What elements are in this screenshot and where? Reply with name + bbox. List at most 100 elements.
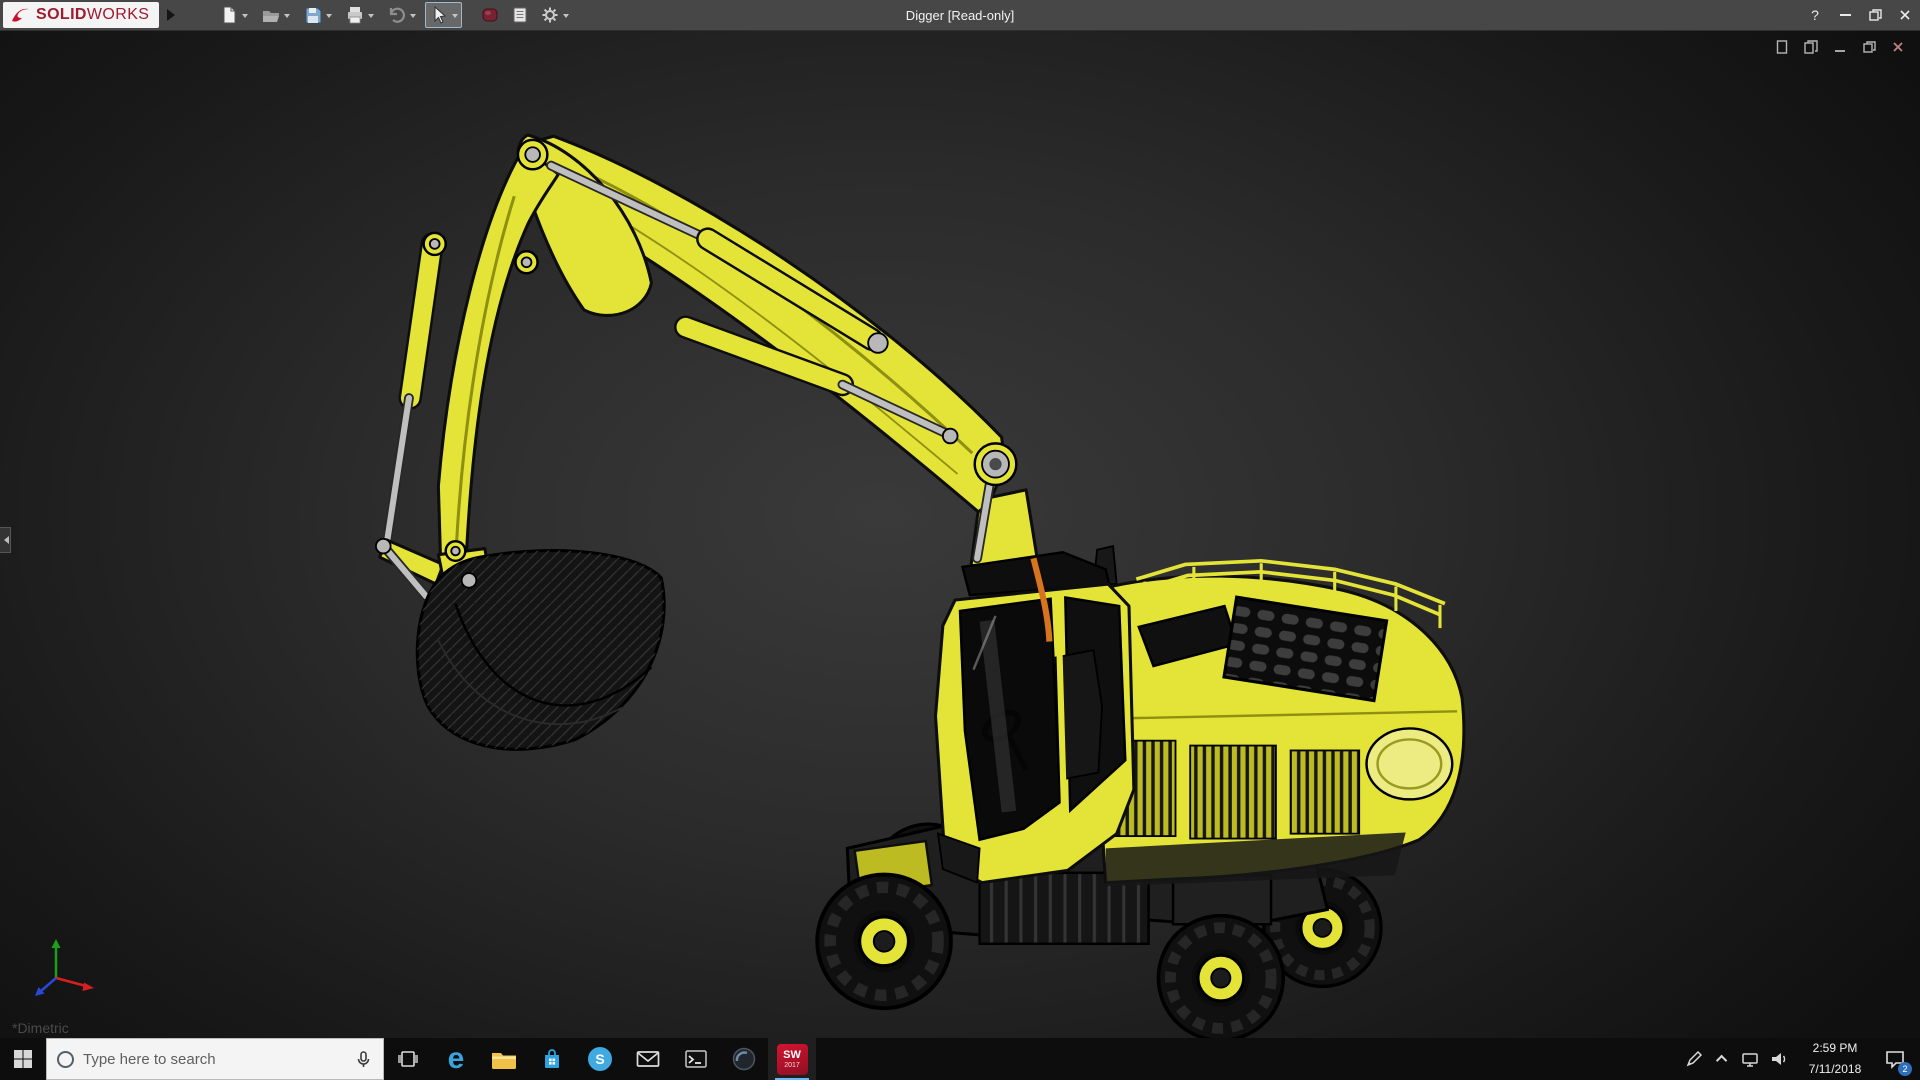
new-window-icon[interactable] bbox=[1774, 39, 1790, 55]
tray-overflow-button[interactable] bbox=[1710, 1038, 1736, 1080]
restore-icon bbox=[1869, 9, 1882, 21]
close-icon bbox=[1900, 10, 1910, 20]
clock-time: 2:59 PM bbox=[1812, 1040, 1858, 1055]
undo-icon bbox=[390, 7, 406, 23]
save-floppy-icon bbox=[305, 7, 322, 24]
action-center-button[interactable]: 2 bbox=[1876, 1038, 1914, 1080]
solidworks-app-button[interactable]: SW 2017 bbox=[768, 1038, 816, 1080]
gear-icon bbox=[542, 7, 558, 23]
minimize-doc-icon[interactable] bbox=[1832, 39, 1848, 55]
solidworks-logo: SOLIDWORKS bbox=[3, 2, 160, 28]
document-properties-button[interactable] bbox=[506, 2, 534, 28]
cascade-window-icon[interactable] bbox=[1803, 39, 1819, 55]
taskbar-search[interactable] bbox=[46, 1038, 384, 1080]
caret-down-icon[interactable] bbox=[410, 13, 417, 21]
graphics-area[interactable]: *Dimetric bbox=[0, 31, 1920, 1038]
caret-down-icon[interactable] bbox=[284, 13, 291, 21]
edge-button[interactable]: e bbox=[432, 1038, 480, 1080]
console-icon bbox=[685, 1050, 707, 1068]
help-button[interactable]: ? bbox=[1800, 0, 1830, 30]
pen-button[interactable] bbox=[1678, 1038, 1710, 1080]
sw-year: 2017 bbox=[784, 1061, 800, 1069]
restore-button[interactable] bbox=[1860, 0, 1890, 30]
pen-icon bbox=[1686, 1050, 1703, 1067]
open-folder-icon bbox=[263, 11, 280, 22]
window-title: Digger [Read-only] bbox=[905, 7, 1015, 23]
folder-icon bbox=[492, 1052, 516, 1069]
start-button[interactable] bbox=[0, 1038, 46, 1080]
mail-button[interactable] bbox=[624, 1038, 672, 1080]
cab[interactable] bbox=[933, 550, 1136, 885]
network-icon bbox=[1742, 1053, 1758, 1067]
minimize-button[interactable] bbox=[1830, 0, 1860, 30]
desktop: { "window": { "brand": { "name_bold": "S… bbox=[0, 0, 1920, 1080]
print-button[interactable] bbox=[341, 2, 378, 28]
volume-button[interactable] bbox=[1764, 1038, 1794, 1080]
new-document-icon bbox=[223, 6, 236, 24]
cortana-icon[interactable] bbox=[57, 1050, 74, 1068]
clock-date: 7/11/2018 bbox=[1808, 1061, 1862, 1076]
appearance-button[interactable] bbox=[476, 2, 504, 28]
sw-label: SW bbox=[783, 1048, 801, 1061]
select-button[interactable] bbox=[425, 2, 463, 28]
toolbar-flyout-arrow-icon[interactable] bbox=[167, 9, 181, 21]
open-button[interactable] bbox=[257, 2, 294, 28]
taskbar: e S bbox=[0, 1038, 1920, 1080]
boom[interactable] bbox=[382, 133, 1040, 579]
print-icon bbox=[348, 7, 363, 24]
system-tray: 2:59 PM 7/11/2018 2 bbox=[1678, 1038, 1920, 1080]
file-explorer-button[interactable] bbox=[480, 1038, 528, 1080]
feature-pane-flyout[interactable] bbox=[0, 527, 11, 553]
new-document-button[interactable] bbox=[215, 2, 252, 28]
save-button[interactable] bbox=[299, 2, 336, 28]
windows-logo-icon bbox=[14, 1050, 32, 1068]
microphone-icon[interactable] bbox=[354, 1050, 373, 1069]
engine-hood[interactable] bbox=[1092, 544, 1466, 887]
volume-icon bbox=[1772, 1053, 1786, 1065]
view-orientation-label: *Dimetric bbox=[12, 1020, 69, 1036]
close-doc-icon[interactable] bbox=[1890, 39, 1906, 55]
app-circle-button[interactable] bbox=[720, 1038, 768, 1080]
caret-down-icon[interactable] bbox=[368, 13, 375, 21]
close-button[interactable] bbox=[1890, 0, 1920, 30]
edge-icon: e bbox=[447, 1042, 465, 1075]
restore-doc-icon[interactable] bbox=[1861, 39, 1877, 55]
mail-envelope-icon bbox=[636, 1051, 660, 1067]
document-properties-icon bbox=[513, 7, 527, 23]
store-bag-icon bbox=[545, 1049, 559, 1068]
orientation-triad bbox=[35, 939, 94, 996]
options-button[interactable] bbox=[536, 2, 573, 28]
caret-down-icon[interactable] bbox=[242, 13, 249, 21]
excavator-model[interactable] bbox=[0, 31, 1920, 1038]
taskbar-clock[interactable]: 2:59 PM 7/11/2018 bbox=[1794, 1038, 1876, 1080]
task-view-button[interactable] bbox=[384, 1038, 432, 1080]
caret-down-icon[interactable] bbox=[452, 13, 459, 21]
window-controls: ? bbox=[1800, 0, 1920, 30]
minimize-icon bbox=[1839, 14, 1851, 16]
undo-button[interactable] bbox=[383, 2, 420, 28]
secondary-toolbar bbox=[476, 2, 573, 28]
ds-logo-icon bbox=[12, 8, 29, 22]
brand-bold: SOLID bbox=[36, 6, 87, 23]
brand-text: SOLIDWORKS bbox=[36, 6, 149, 24]
app-titlebar[interactable]: SOLIDWORKS Digger [Read-only] ? bbox=[0, 0, 1920, 31]
appearance-icon bbox=[482, 8, 498, 22]
select-cursor-icon bbox=[434, 5, 447, 24]
document-window-controls bbox=[1774, 39, 1906, 55]
notification-badge: 2 bbox=[1898, 1062, 1912, 1076]
network-button[interactable] bbox=[1736, 1038, 1764, 1080]
caret-down-icon[interactable] bbox=[563, 13, 570, 21]
skype-button[interactable]: S bbox=[576, 1038, 624, 1080]
chevron-left-icon bbox=[0, 536, 9, 544]
task-view-icon bbox=[398, 1051, 418, 1067]
app-circle-icon bbox=[732, 1047, 756, 1071]
solidworks-app-icon: SW 2017 bbox=[776, 1043, 808, 1075]
bucket[interactable] bbox=[375, 537, 666, 751]
caret-down-icon[interactable] bbox=[326, 13, 333, 21]
chevron-up-icon bbox=[1715, 1054, 1728, 1067]
search-input[interactable] bbox=[83, 1050, 345, 1068]
console-button[interactable] bbox=[672, 1038, 720, 1080]
store-button[interactable] bbox=[528, 1038, 576, 1080]
brand-light: WORKS bbox=[86, 6, 150, 23]
standard-toolbar bbox=[215, 2, 463, 28]
